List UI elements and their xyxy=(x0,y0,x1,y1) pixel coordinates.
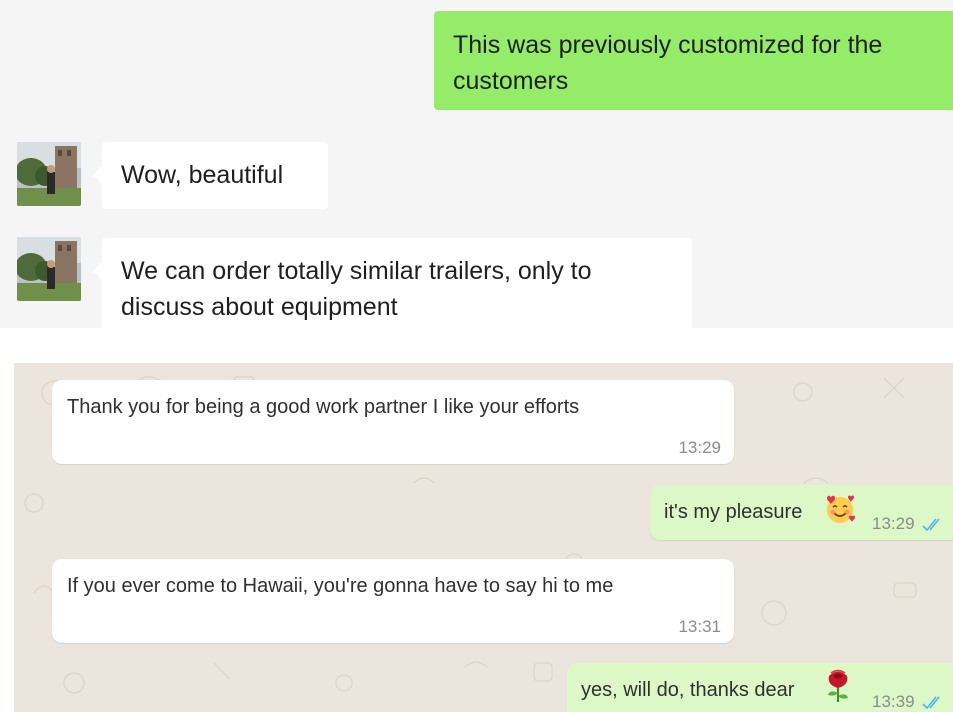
incoming-message[interactable]: Wow, beautiful xyxy=(93,142,328,209)
wechat-conversation: This was previously customized for the c… xyxy=(0,0,953,328)
message-text-line1: This was previously customized for the xyxy=(453,31,883,59)
incoming-message[interactable]: We can order totally similar trailers, o… xyxy=(93,238,692,328)
message-text: Thank you for being a good work partner … xyxy=(67,396,580,418)
message-time: 13:31 xyxy=(678,617,721,636)
message-text-line1: We can order totally similar trailers, o… xyxy=(121,257,592,285)
outgoing-message[interactable]: This was previously customized for the c… xyxy=(434,11,953,110)
incoming-message[interactable]: Thank you for being a good work partner … xyxy=(52,380,734,464)
double-check-read-icon xyxy=(922,693,944,712)
incoming-message[interactable]: If you ever come to Hawaii, you're gonna… xyxy=(52,559,734,643)
contact-avatar[interactable] xyxy=(17,237,81,301)
smiling-face-with-hearts-icon xyxy=(824,493,856,531)
message-time: 13:39 xyxy=(872,692,915,711)
contact-avatar[interactable] xyxy=(17,142,81,206)
message-text: If you ever come to Hawaii, you're gonna… xyxy=(67,575,614,597)
message-text: yes, will do, thanks dear xyxy=(581,679,795,701)
message-time: 13:29 xyxy=(872,514,915,533)
message-text: it's my pleasure xyxy=(664,501,803,523)
whatsapp-conversation: Thank you for being a good work partner … xyxy=(14,363,953,712)
message-text-line2: customers xyxy=(453,67,569,95)
message-time: 13:29 xyxy=(678,438,721,457)
avatar-photo-icon xyxy=(17,237,81,301)
message-text-line2: discuss about equipment xyxy=(121,293,398,321)
rose-icon xyxy=(823,669,853,709)
avatar-photo-icon xyxy=(17,142,81,206)
message-text: Wow, beautiful xyxy=(121,161,284,189)
outgoing-message[interactable]: yes, will do, thanks dear 13:39 xyxy=(567,663,953,712)
double-check-read-icon xyxy=(922,515,944,538)
outgoing-message[interactable]: it's my pleasure 13:29 xyxy=(650,485,953,540)
